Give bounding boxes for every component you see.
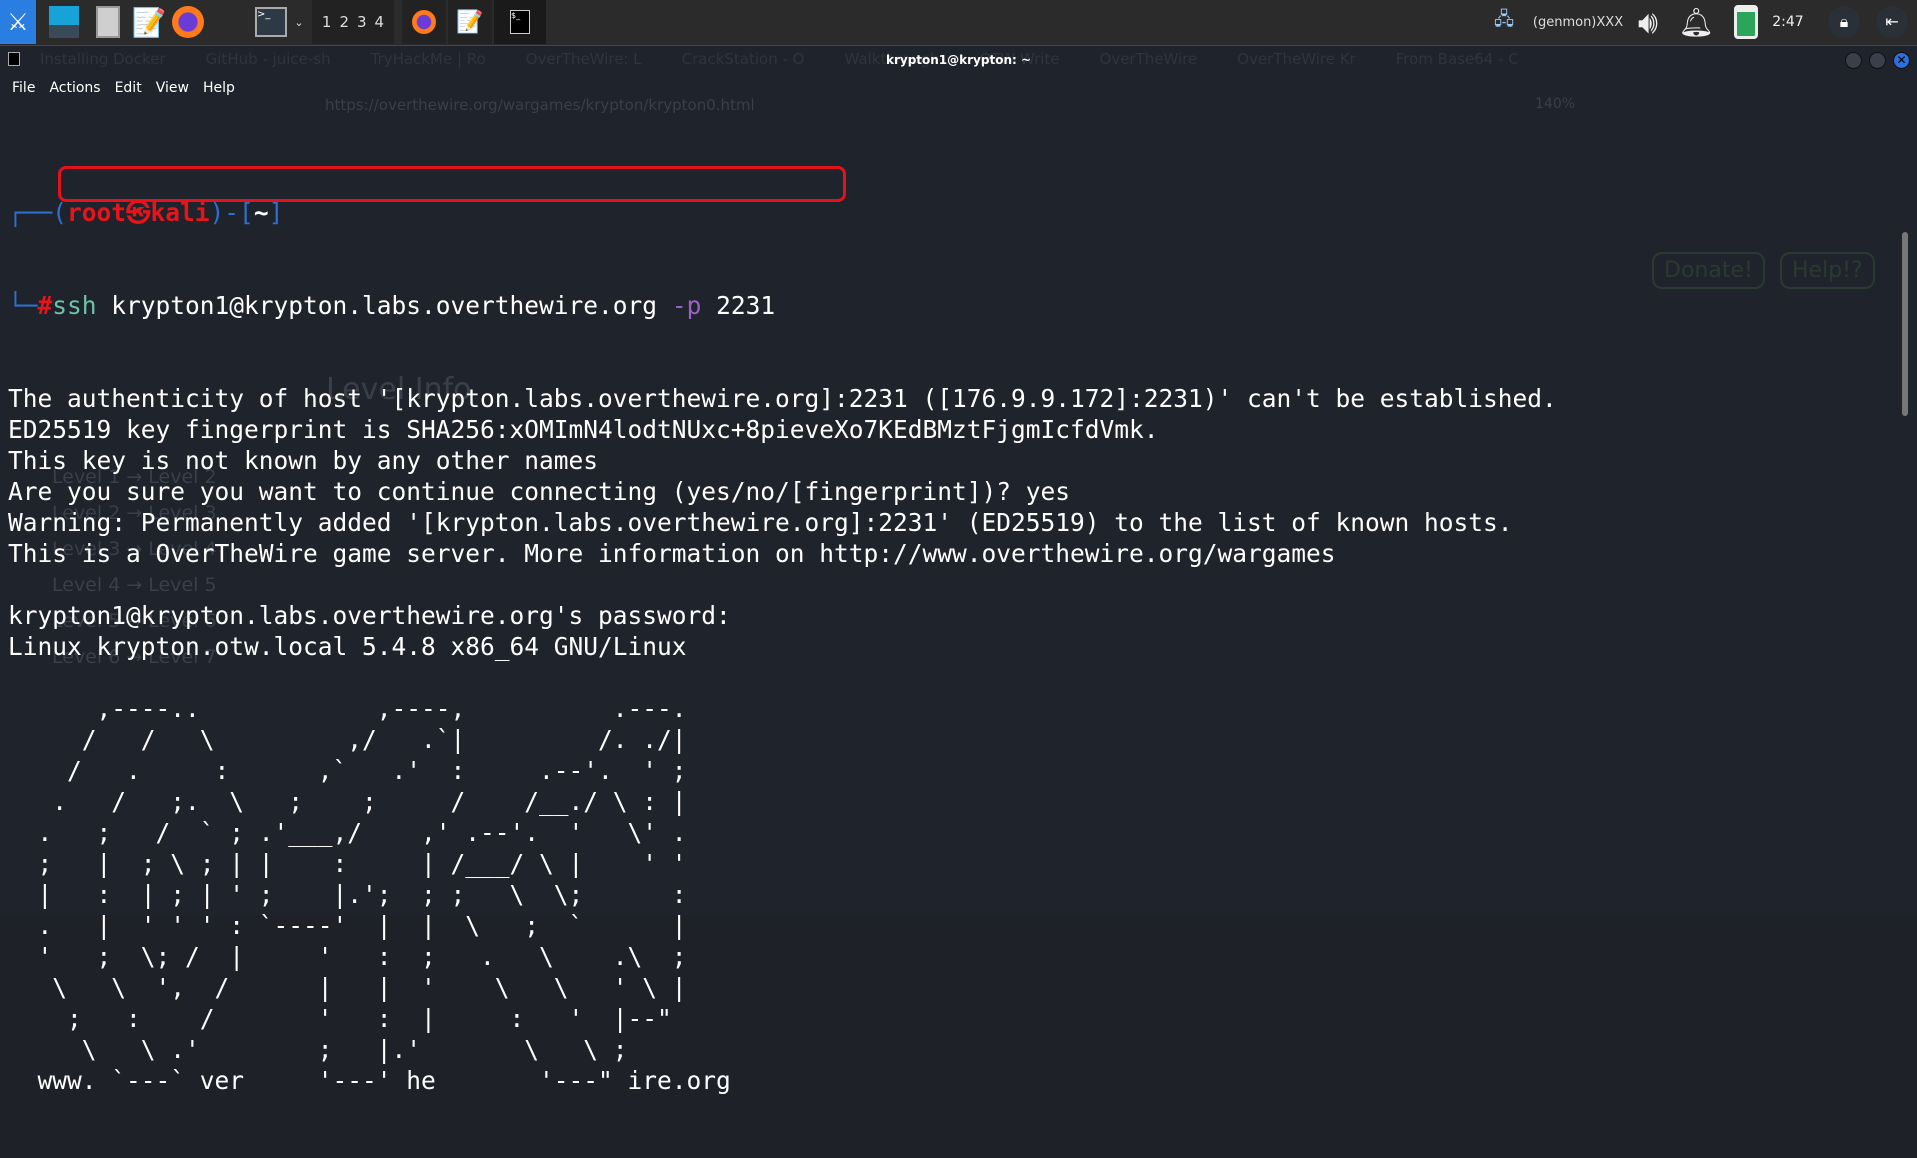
menu-help[interactable]: Help <box>203 74 235 102</box>
desktop-icon[interactable] <box>44 0 84 44</box>
workspace-3[interactable]: 3 <box>357 13 367 31</box>
output-line: The authenticity of host '[krypton.labs.… <box>8 384 1557 413</box>
editor-window-button[interactable]: 📝 <box>448 0 492 44</box>
prompt-hash: # <box>37 291 53 320</box>
firefox-icon[interactable] <box>168 0 208 44</box>
prompt-dir: ~ <box>253 198 269 227</box>
output-line: . / ;. \ ; ; / /__./ \ : | <box>8 787 687 816</box>
output-line: This key is not known by any other names <box>8 446 599 475</box>
text-editor-icon[interactable]: 📝 <box>128 0 170 44</box>
output-line: krypton1@krypton.labs.overthewire.org's … <box>8 601 731 630</box>
output-line: ; | ; \ ; | | : | /___/ \ | ' ' <box>8 849 687 878</box>
network-icon[interactable]: 🖧 <box>1492 0 1516 44</box>
minimize-button[interactable] <box>1845 52 1862 69</box>
output-line: ,----.. ,----, .---. <box>8 694 687 723</box>
output-line: / / \ ,/ .`| /. ./| <box>8 725 687 754</box>
output-line: . ; / ` ; .'___,/ ,' .--'. ' \' . <box>8 818 687 847</box>
terminal-icon[interactable]: >_ <box>250 0 292 44</box>
terminal-app-icon <box>8 52 20 66</box>
browser-url: https://overthewire.org/wargames/krypton… <box>325 96 755 114</box>
workspace-switcher[interactable]: 1 2 3 4 <box>312 0 394 44</box>
notification-bell-icon[interactable]: 🔔︎ <box>1678 0 1714 44</box>
menu-edit[interactable]: Edit <box>115 74 142 102</box>
command-name: ssh <box>52 291 97 320</box>
workspace-2[interactable]: 2 <box>339 13 349 31</box>
close-button[interactable]: ✕ <box>1893 52 1910 69</box>
output-line: ; : / ' : | : ' |--" <box>8 1004 672 1033</box>
command-line: └─#ssh krypton1@krypton.labs.overthewire… <box>8 291 776 320</box>
terminal-dropdown-chevron-icon[interactable]: ⌄ <box>292 0 306 44</box>
menu-bar: File Actions Edit View Help <box>0 74 249 102</box>
help-button: Help!? <box>1780 252 1875 289</box>
prompt-symbol: ㉿ <box>126 198 151 227</box>
terminal-window[interactable]: Installing Docker GitHub - juice-sh TryH… <box>0 46 1917 1095</box>
clock[interactable]: 2:47 <box>1768 0 1808 44</box>
donate-button: Donate! <box>1652 252 1765 289</box>
menu-view[interactable]: View <box>156 74 189 102</box>
prompt-host: kali <box>150 198 210 227</box>
scrollbar[interactable] <box>1902 232 1908 416</box>
firefox-icon <box>412 10 436 34</box>
menu-file[interactable]: File <box>12 74 35 102</box>
red-highlight-annotation <box>58 166 846 202</box>
command-args: krypton1@krypton.labs.overthewire.org <box>96 291 672 320</box>
command-flag: -p <box>671 291 702 320</box>
browser-zoom: 140% <box>1535 96 1576 112</box>
file-manager-icon[interactable] <box>88 0 128 44</box>
command-port: 2231 <box>701 291 776 320</box>
volume-icon[interactable]: 🔊︎ <box>1626 0 1670 44</box>
genmon-label: (genmon)XXX <box>1532 14 1624 30</box>
logout-icon[interactable]: ⇤ <box>1874 0 1910 44</box>
terminal-window-button[interactable]: $_ <box>494 0 546 44</box>
taskbar: ⚔ 📝 >_ ⌄ 1 2 3 4 📝 $_ 🖧 (genmon)XXX 🔊︎ 🔔… <box>0 0 1917 46</box>
kali-menu-icon[interactable]: ⚔ <box>0 0 36 44</box>
firefox-window-button[interactable] <box>402 0 446 44</box>
output-line: Warning: Permanently added '[krypton.lab… <box>8 508 1513 537</box>
battery-icon <box>1726 0 1766 44</box>
output-line: \ \ .' ; |.' \ \ ; <box>8 1035 628 1064</box>
terminal-icon: $_ <box>510 10 530 34</box>
workspace-1[interactable]: 1 <box>322 13 332 31</box>
output-line: Are you sure you want to continue connec… <box>8 477 1071 506</box>
output-line: Linux krypton.otw.local 5.4.8 x86_64 GNU… <box>8 632 687 661</box>
output-line: \ \ ', / | | ' \ \ ' \ | <box>8 973 687 1002</box>
output-line: ' ; \; / | ' : ; . \ .\ ; <box>8 942 687 971</box>
output-line: ED25519 key fingerprint is SHA256:xOMImN… <box>8 415 1159 444</box>
maximize-button[interactable] <box>1869 52 1886 69</box>
workspace-4[interactable]: 4 <box>375 13 385 31</box>
output-line: www. `---` ver '---' he '---" ire.org <box>8 1066 731 1095</box>
output-line: / . : ,` .' : .--'. ' ; <box>8 756 687 785</box>
lock-icon[interactable]: 🔒︎ <box>1826 0 1862 44</box>
prompt-user: root <box>67 198 127 227</box>
menu-actions[interactable]: Actions <box>49 74 100 102</box>
output-line: This is a OverTheWire game server. More … <box>8 539 1336 568</box>
output-line: | : | ; | ' ; |.'; ; ; \ \; : <box>8 880 687 909</box>
terminal-output[interactable]: ┌──(root㉿kali)-[~] └─#ssh krypton1@krypt… <box>8 135 1557 1158</box>
window-title: krypton1@krypton: ~ <box>885 53 1032 67</box>
